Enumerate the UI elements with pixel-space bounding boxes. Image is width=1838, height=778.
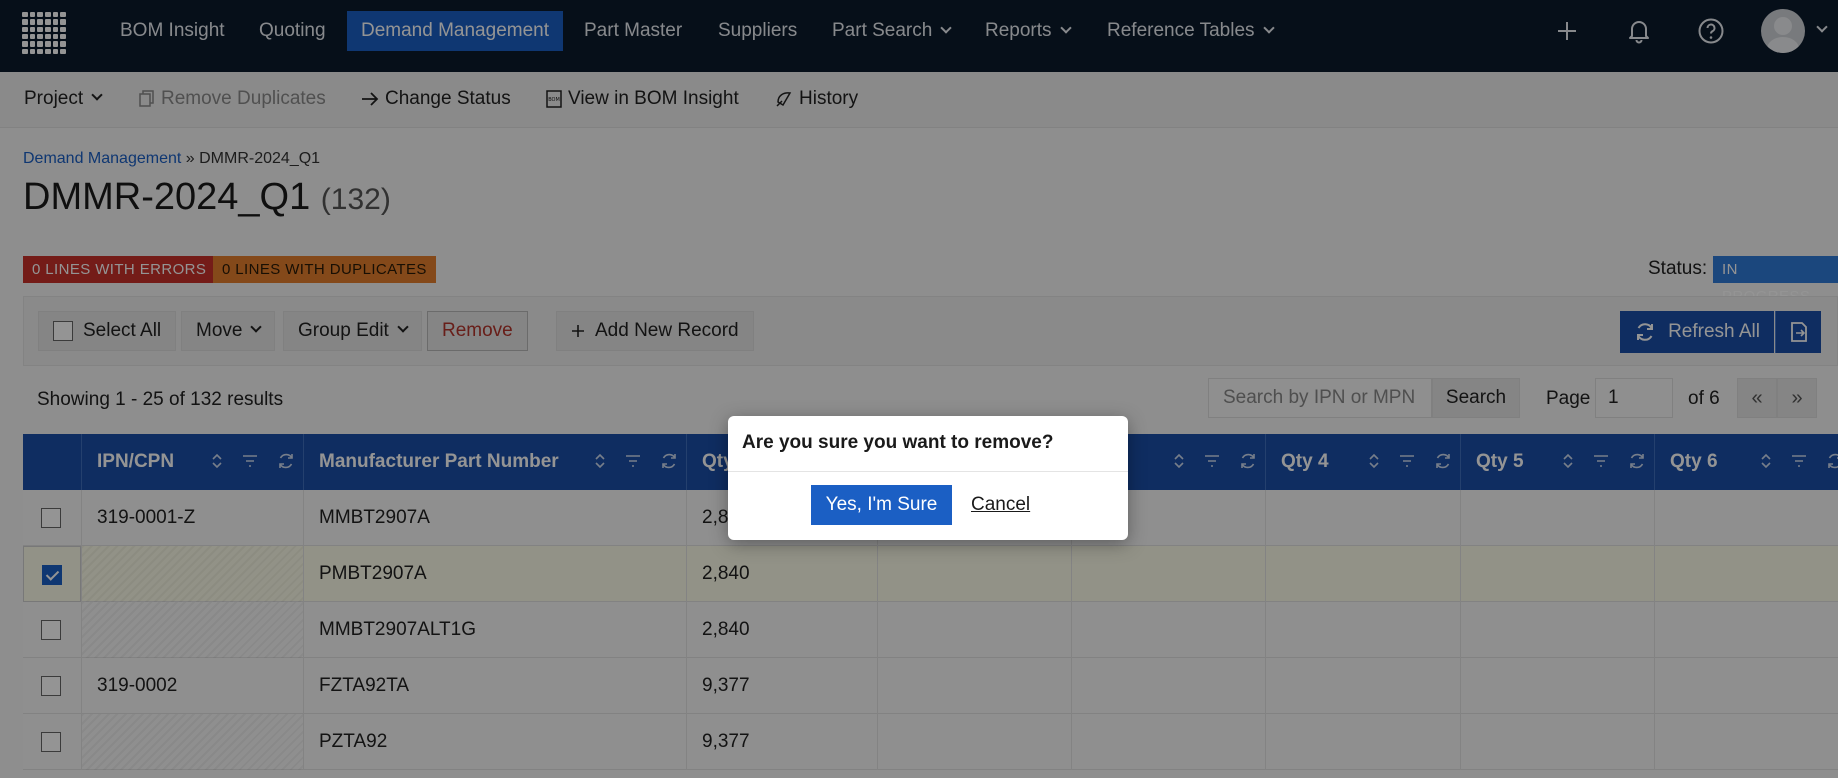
cancel-link[interactable]: Cancel: [971, 494, 1030, 516]
dialog-divider: [728, 471, 1128, 472]
modal-backdrop[interactable]: [0, 0, 1838, 778]
confirm-remove-button[interactable]: Yes, I'm Sure: [811, 485, 952, 525]
dialog-title: Are you sure you want to remove?: [742, 432, 1054, 453]
confirm-remove-dialog: Are you sure you want to remove? Yes, I'…: [728, 416, 1128, 540]
